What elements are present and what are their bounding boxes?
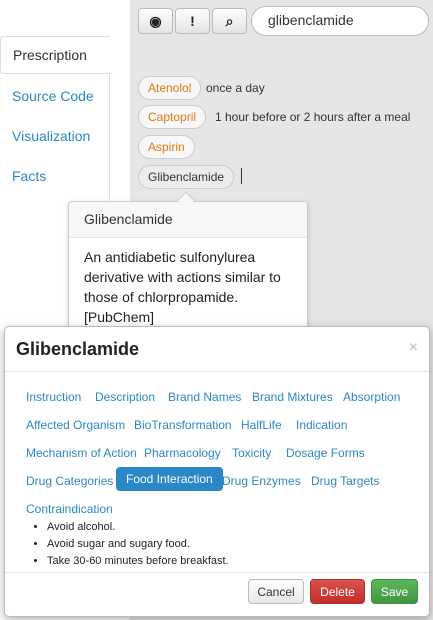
tab-drug-categories[interactable]: Drug Categories (16, 469, 123, 493)
modal-header-divider (5, 371, 429, 372)
tab-mechanism-of-action[interactable]: Mechanism of Action (16, 441, 147, 465)
search-input[interactable]: glibenclamide (251, 6, 429, 36)
sidebar-item-prescription[interactable]: Prescription (0, 36, 110, 74)
sidebar-item-visualization[interactable]: Visualization (12, 128, 90, 144)
view-button[interactable]: ◉ (138, 8, 173, 34)
tab-drug-targets[interactable]: Drug Targets (301, 469, 389, 493)
text-cursor (241, 168, 242, 184)
drug-detail-modal: Glibenclamide × Instruction Description … (4, 326, 430, 617)
tab-dosage-forms[interactable]: Dosage Forms (276, 441, 375, 465)
popover-title: Glibenclamide (69, 202, 307, 238)
cancel-button[interactable]: Cancel (248, 579, 304, 604)
eye-icon: ◉ (149, 12, 162, 29)
tab-absorption[interactable]: Absorption (333, 385, 410, 409)
close-icon[interactable]: × (409, 339, 418, 357)
tab-description[interactable]: Description (85, 385, 165, 409)
tab-drug-enzymes[interactable]: Drug Enzymes (212, 469, 311, 493)
modal-footer-divider (5, 572, 429, 573)
list-item: Avoid alcohol. (47, 519, 229, 536)
tab-pharmacology[interactable]: Pharmacology (134, 441, 231, 465)
tab-indication[interactable]: Indication (286, 413, 357, 437)
tab-brand-names[interactable]: Brand Names (158, 385, 251, 409)
exclamation-icon: ! (190, 13, 195, 29)
list-item: Avoid sugar and sugary food. (47, 536, 229, 553)
sidebar-item-facts[interactable]: Facts (12, 168, 46, 184)
tab-biotransformation[interactable]: BioTransformation (124, 413, 242, 437)
alert-button[interactable]: ! (175, 8, 210, 34)
drug-pill-atenolol[interactable]: Atenolol (138, 76, 202, 100)
tab-halflife[interactable]: HalfLife (231, 413, 292, 437)
modal-title: Glibenclamide (16, 339, 140, 359)
tab-food-interaction[interactable]: Food Interaction (116, 467, 223, 491)
drug-pill-captopril[interactable]: Captopril (138, 105, 207, 129)
drug-note-atenolol: once a day (206, 81, 265, 95)
tab-contraindication[interactable]: Contraindication (16, 497, 123, 521)
save-button[interactable]: Save (371, 579, 418, 604)
food-interaction-list: Avoid alcohol. Avoid sugar and sugary fo… (31, 519, 229, 570)
list-item: Take 30-60 minutes before breakfast. (47, 553, 229, 570)
search-icon: ⌕ (225, 12, 234, 29)
popover-body: An antidiabetic sulfonylurea derivative … (84, 249, 281, 325)
tab-toxicity[interactable]: Toxicity (222, 441, 281, 465)
search-button[interactable]: ⌕ (212, 8, 247, 34)
drug-pill-aspirin[interactable]: Aspirin (138, 135, 195, 159)
tab-instruction[interactable]: Instruction (16, 385, 91, 409)
drug-pill-glibenclamide[interactable]: Glibenclamide (138, 165, 235, 189)
tab-brand-mixtures[interactable]: Brand Mixtures (242, 385, 343, 409)
drug-note-captopril: 1 hour before or 2 hours after a meal (215, 110, 411, 124)
tab-affected-organism[interactable]: Affected Organism (16, 413, 135, 437)
drug-popover: Glibenclamide An antidiabetic sulfonylur… (68, 201, 308, 336)
sidebar-item-source-code[interactable]: Source Code (12, 88, 94, 104)
delete-button[interactable]: Delete (310, 579, 365, 604)
